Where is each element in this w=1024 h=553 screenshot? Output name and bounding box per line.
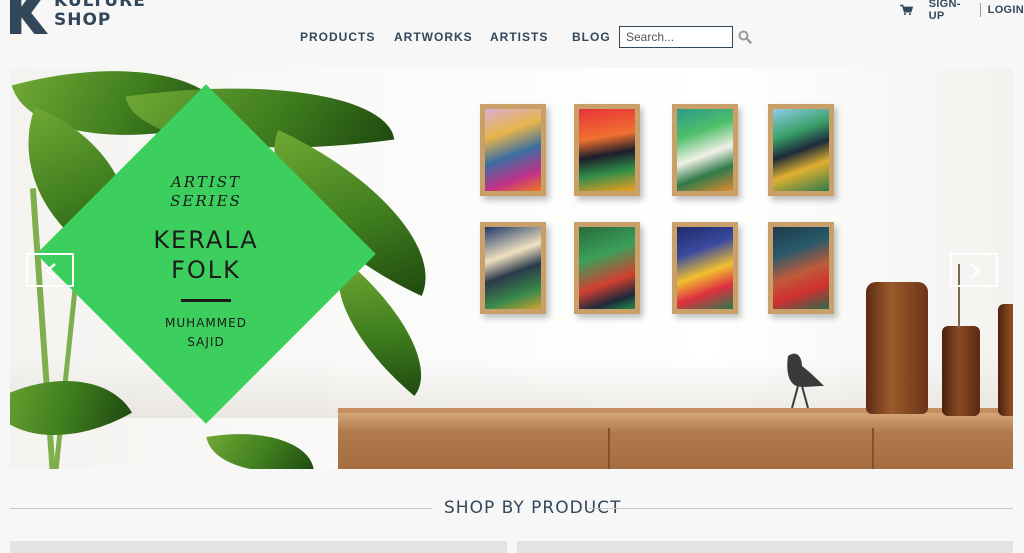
carousel-next-button[interactable] [950, 253, 998, 287]
artist-series-caption: ARTIST SERIES KERALA FOLK MUHAMMED SAJID [106, 173, 306, 352]
vase-small [942, 326, 980, 416]
caption-divider [181, 299, 231, 302]
artist-name-line-2: SAJID [187, 335, 225, 349]
cabinet-seam [872, 428, 874, 469]
artwork-frame [574, 104, 640, 196]
vase-edge [998, 304, 1013, 416]
wooden-cabinet [338, 408, 1013, 469]
artwork-frame [768, 222, 834, 314]
bird-figurine [787, 353, 824, 409]
nav-artworks[interactable]: ARTWORKS [394, 30, 473, 44]
artwork-frame [480, 222, 546, 314]
artist-name: MUHAMMED SAJID [106, 314, 306, 352]
cart-icon[interactable] [900, 4, 913, 16]
logo-line-2: SHOP [54, 10, 112, 30]
search-input[interactable] [619, 26, 733, 48]
artwork-frame [574, 222, 640, 314]
cabinet-seam [608, 428, 610, 469]
nav-products[interactable]: PRODUCTS [300, 30, 375, 44]
carousel-prev-button[interactable] [26, 253, 74, 287]
series-title: KERALA FOLK [106, 225, 306, 285]
series-label-line-1: ARTIST [170, 173, 242, 191]
site-header: KULTURE SHOP PRODUCTS ARTWORKS ARTISTS B… [0, 0, 1024, 60]
account-links: SIGN-UP LOGIN [900, 0, 1024, 22]
artist-name-line-1: MUHAMMED [165, 316, 247, 330]
search-icon[interactable] [738, 30, 752, 44]
artwork-frame [672, 104, 738, 196]
artwork-frame [768, 104, 834, 196]
section-rule-left [10, 508, 432, 509]
chevron-left-icon [45, 263, 56, 279]
vase-large [866, 282, 928, 414]
series-title-line-1: KERALA [153, 226, 259, 254]
account-separator [979, 3, 981, 17]
hero-banner[interactable]: ARTIST SERIES KERALA FOLK MUHAMMED SAJID [10, 68, 1013, 469]
logo-text: KULTURE SHOP [54, 0, 146, 30]
section-rule-right [588, 508, 1013, 509]
series-label-line-2: SERIES [170, 192, 242, 210]
artwork-frame [672, 222, 738, 314]
logo-k-mark [10, 0, 48, 34]
series-title-line-2: FOLK [171, 256, 241, 284]
plant-leaf [206, 419, 314, 469]
nav-blog[interactable]: BLOG [572, 30, 611, 44]
chevron-right-icon [970, 263, 981, 279]
kulture-shop-logo[interactable]: KULTURE SHOP [10, 0, 145, 38]
series-label: ARTIST SERIES [106, 173, 306, 211]
nav-artists[interactable]: ARTISTS [490, 30, 548, 44]
signup-link[interactable]: SIGN-UP [929, 0, 972, 22]
login-link[interactable]: LOGIN [988, 4, 1024, 16]
product-card[interactable] [517, 541, 1013, 553]
artwork-frame [480, 104, 546, 196]
product-card[interactable] [10, 541, 507, 553]
